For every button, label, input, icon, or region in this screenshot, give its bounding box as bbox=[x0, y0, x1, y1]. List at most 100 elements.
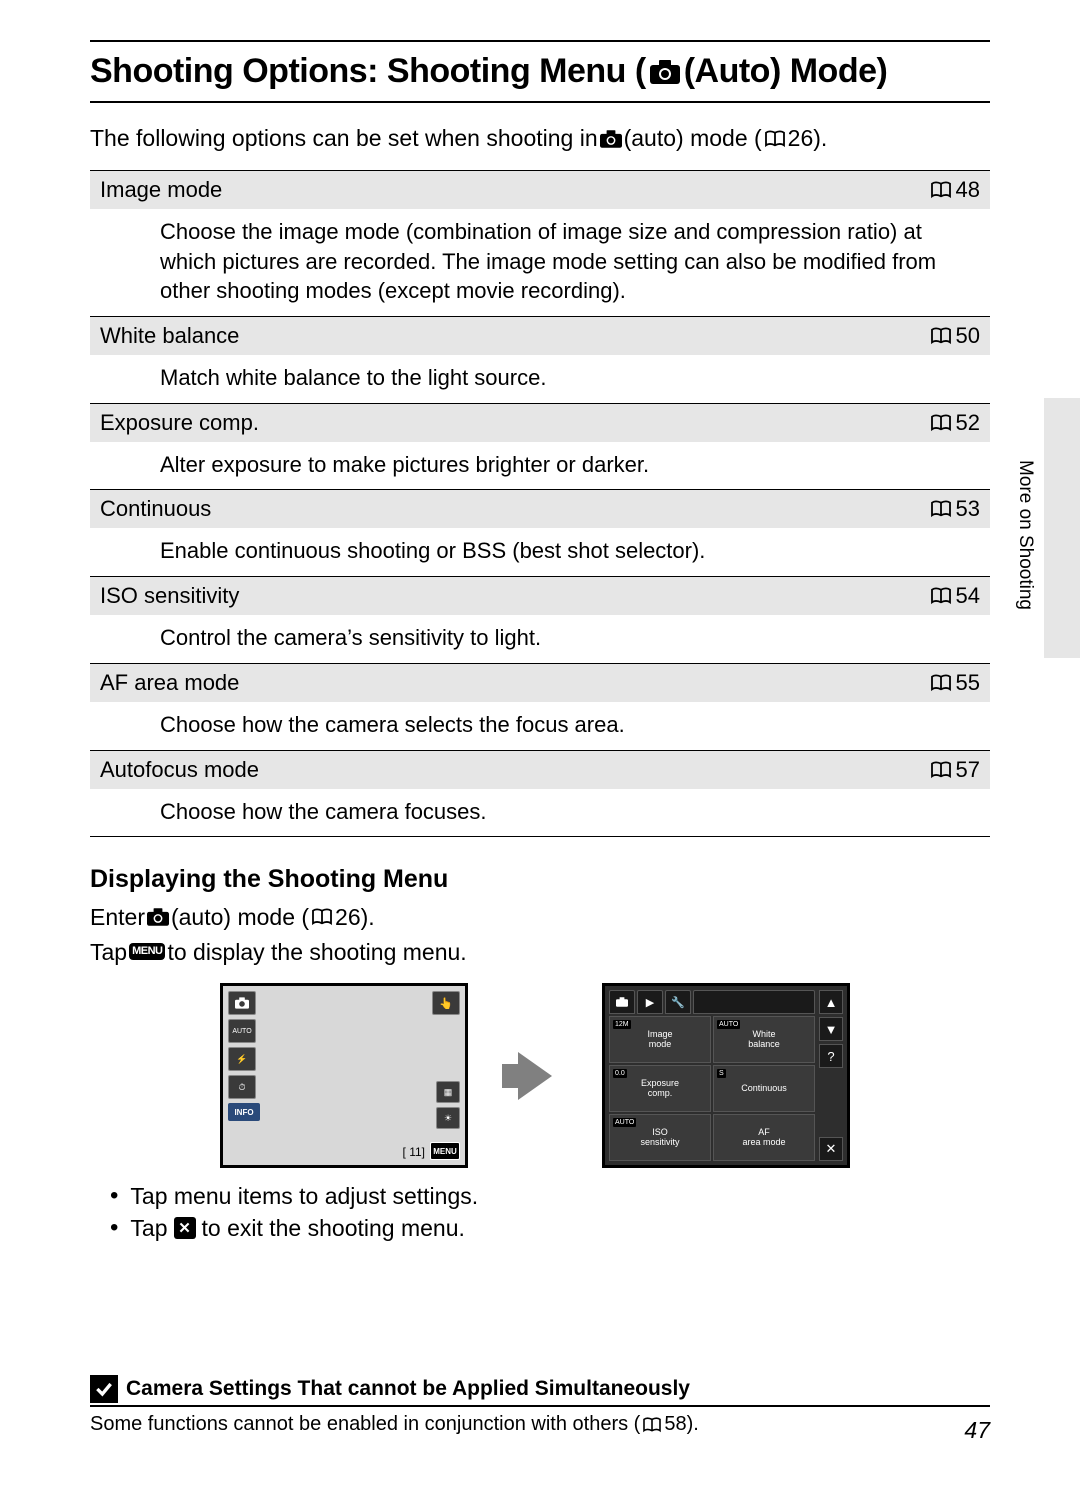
sub-heading: Displaying the Shooting Menu bbox=[90, 865, 990, 894]
book-icon bbox=[930, 181, 952, 199]
page-ref: 57 bbox=[910, 757, 980, 783]
scroll-up-icon: ▲ bbox=[819, 990, 843, 1014]
tab-shooting-icon bbox=[609, 990, 635, 1014]
book-icon bbox=[311, 908, 333, 926]
title-post: (Auto) Mode) bbox=[684, 52, 888, 91]
page-ref: 55 bbox=[910, 670, 980, 696]
enter-b: (auto) mode ( bbox=[171, 900, 309, 935]
option-desc: Alter exposure to make pictures brighter… bbox=[90, 442, 990, 490]
option-desc: Control the camera’s sensitivity to ligh… bbox=[90, 615, 990, 663]
page-ref: 52 bbox=[910, 410, 980, 436]
menu-cell: 12M Imagemode bbox=[609, 1016, 711, 1063]
cell-label: AFarea mode bbox=[742, 1128, 785, 1148]
intro-b: (auto) mode ( bbox=[624, 125, 762, 152]
book-icon bbox=[930, 761, 952, 779]
cell-label: Exposurecomp. bbox=[641, 1079, 679, 1099]
s1-sidebar: AUTO ⚡ ⏱ INFO bbox=[228, 991, 260, 1121]
page-ref: 53 bbox=[910, 496, 980, 522]
spacer bbox=[819, 1071, 843, 1134]
frame-counter: [ 11] bbox=[403, 1145, 425, 1159]
menu-button: MENU bbox=[430, 1142, 460, 1160]
lcd-preview-after: ▶ 🔧 12M Imagemode AUTO Whitebalance 0.0 Expos… bbox=[602, 983, 850, 1168]
s2-right-bar: ▲ ▼ ? ✕ bbox=[819, 990, 843, 1161]
cell-mini-icon: S bbox=[717, 1069, 726, 1078]
cell-label: Whitebalance bbox=[748, 1030, 780, 1050]
title-pre: Shooting Options: Shooting Menu ( bbox=[90, 52, 646, 91]
top-rule bbox=[90, 40, 990, 42]
options-table: Image mode 48 Choose the image mode (combi… bbox=[90, 170, 990, 837]
info-button: INFO bbox=[228, 1103, 260, 1121]
cell-label: Continuous bbox=[741, 1084, 787, 1094]
enter-line: Enter (auto) mode ( 26). bbox=[90, 900, 990, 935]
menu-cell: AUTO Whitebalance bbox=[713, 1016, 815, 1063]
tab-setup-icon: 🔧 bbox=[665, 990, 691, 1014]
image-mode-icon: ▦ bbox=[436, 1081, 460, 1103]
flash-off-icon: ⚡ bbox=[228, 1047, 256, 1071]
title-rule bbox=[90, 101, 990, 103]
cell-label: Imagemode bbox=[647, 1030, 672, 1050]
option-name: Continuous bbox=[90, 490, 900, 529]
option-desc: Choose how the camera selects the focus … bbox=[90, 702, 990, 750]
camera-icon bbox=[650, 60, 680, 84]
note-block: Camera Settings That cannot be Applied S… bbox=[90, 1375, 990, 1436]
book-icon bbox=[642, 1417, 662, 1433]
list-item: Tap ✕ to exit the shooting menu. bbox=[110, 1214, 990, 1242]
menu-cell: S Continuous bbox=[713, 1065, 815, 1112]
enter-c: 26). bbox=[335, 900, 375, 935]
option-desc: Enable continuous shooting or BSS (best … bbox=[90, 528, 990, 576]
cell-mini-icon: 12M bbox=[613, 1020, 631, 1029]
option-desc: Choose the image mode (combination of im… bbox=[90, 209, 990, 317]
menu-badge-icon: MENU bbox=[129, 943, 165, 960]
book-icon bbox=[764, 130, 786, 148]
close-icon: ✕ bbox=[174, 1217, 196, 1239]
option-name: ISO sensitivity bbox=[90, 577, 900, 616]
book-icon bbox=[930, 414, 952, 432]
note-body-a: Some functions cannot be enabled in conj… bbox=[90, 1413, 640, 1436]
tab-playback-icon: ▶ bbox=[637, 990, 663, 1014]
page-ref-num: 53 bbox=[956, 496, 980, 522]
menu-cell: 0.0 Exposurecomp. bbox=[609, 1065, 711, 1112]
camera-icon bbox=[228, 991, 256, 1015]
option-name: Image mode bbox=[90, 171, 900, 210]
bullet-1: Tap menu items to adjust settings. bbox=[130, 1183, 478, 1210]
cell-mini-icon: AUTO bbox=[717, 1020, 740, 1029]
s2-grid: 12M Imagemode AUTO Whitebalance 0.0 Exposurec… bbox=[609, 1016, 815, 1161]
tap-a: Tap bbox=[90, 935, 127, 970]
page-ref-num: 50 bbox=[956, 323, 980, 349]
note-body-b: 58). bbox=[664, 1413, 698, 1436]
book-icon bbox=[930, 587, 952, 605]
option-desc: Choose how the camera focuses. bbox=[90, 789, 990, 837]
timer-off-icon: ⏱ bbox=[228, 1075, 256, 1099]
s1-mid-icons: ▦ ☀ bbox=[436, 1081, 460, 1129]
intro-c: 26). bbox=[788, 125, 828, 152]
close-icon: ✕ bbox=[819, 1137, 843, 1161]
book-icon bbox=[930, 674, 952, 692]
help-icon: ? bbox=[819, 1044, 843, 1068]
scene-auto-icon: AUTO bbox=[228, 1019, 256, 1043]
option-desc: Match white balance to the light source. bbox=[90, 355, 990, 403]
page-ref-num: 57 bbox=[956, 757, 980, 783]
cell-mini-icon: 0.0 bbox=[613, 1069, 627, 1078]
page-ref: 50 bbox=[910, 323, 980, 349]
page-ref: 48 bbox=[910, 177, 980, 203]
option-name: White balance bbox=[90, 317, 900, 356]
enter-a: Enter bbox=[90, 900, 145, 935]
tap-b: to display the shooting menu. bbox=[167, 935, 466, 970]
page-title: Shooting Options: Shooting Menu ( (Auto)… bbox=[90, 52, 990, 91]
list-item: Tap menu items to adjust settings. bbox=[110, 1182, 990, 1210]
note-body: Some functions cannot be enabled in conj… bbox=[90, 1413, 990, 1436]
touch-shutter-icon: 👆 bbox=[432, 991, 460, 1015]
page-ref-num: 48 bbox=[956, 177, 980, 203]
note-title: Camera Settings That cannot be Applied S… bbox=[126, 1377, 690, 1401]
menu-cell: AFarea mode bbox=[713, 1114, 815, 1161]
tap-menu-line: Tap MENU to display the shooting menu. bbox=[90, 935, 990, 970]
intro-a: The following options can be set when sh… bbox=[90, 125, 598, 152]
screens-row: AUTO ⚡ ⏱ INFO 👆 ▦ ☀ [ 11] MENU ▶ 🔧 12M Im… bbox=[220, 983, 990, 1168]
note-title-row: Camera Settings That cannot be Applied S… bbox=[90, 1375, 990, 1407]
page-ref-num: 52 bbox=[956, 410, 980, 436]
book-icon bbox=[930, 500, 952, 518]
s2-tabs: ▶ 🔧 bbox=[609, 990, 815, 1014]
option-name: AF area mode bbox=[90, 663, 900, 702]
option-name: Autofocus mode bbox=[90, 750, 900, 789]
camera-icon bbox=[147, 908, 169, 926]
